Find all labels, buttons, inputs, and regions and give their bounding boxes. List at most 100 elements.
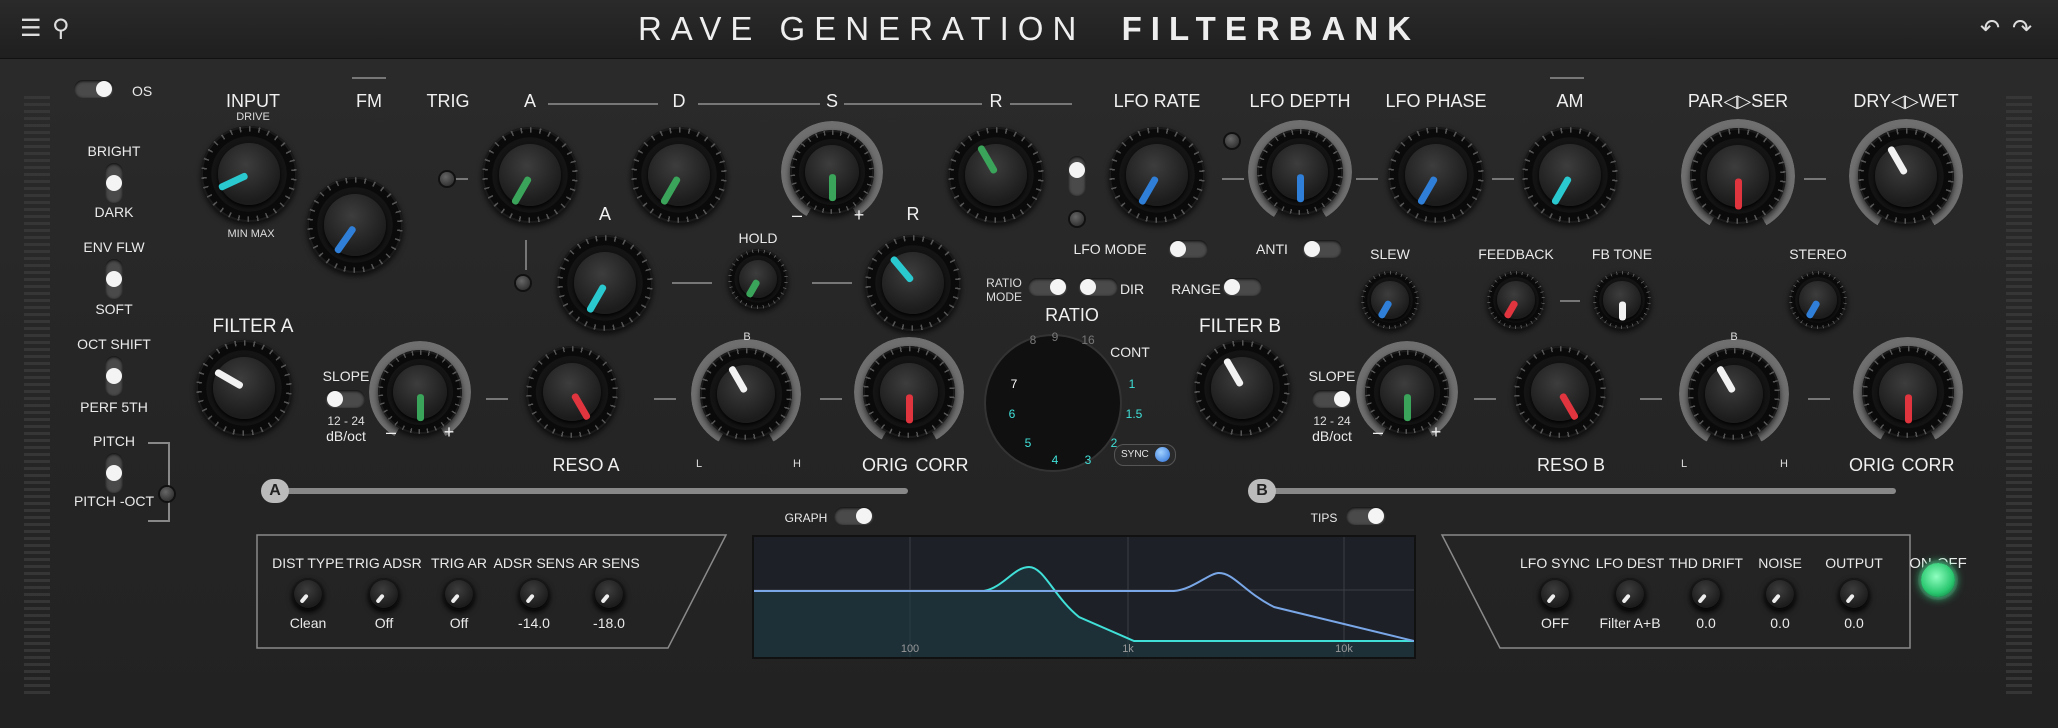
ratio-mode-label: RATIO MODE bbox=[986, 276, 1022, 304]
graph-toggle[interactable] bbox=[834, 507, 874, 525]
dry-wet-label: DRY◁▷WET bbox=[1853, 91, 1959, 111]
am-knob[interactable] bbox=[1522, 127, 1618, 223]
bottom-right-knob-0[interactable] bbox=[1539, 578, 1571, 610]
tips-toggle[interactable] bbox=[1346, 507, 1386, 525]
bottom-left-knob-4[interactable] bbox=[593, 578, 625, 610]
oct-shift-toggle[interactable] bbox=[105, 356, 123, 396]
ar-line-1 bbox=[672, 282, 712, 284]
bottom-left-value-0: Clean bbox=[289, 615, 327, 631]
filter-b-cutoff-knob[interactable] bbox=[1194, 340, 1290, 436]
lfo-led[interactable] bbox=[1225, 134, 1239, 148]
lfo-mode-toggle[interactable] bbox=[1168, 240, 1208, 258]
release-knob[interactable] bbox=[948, 127, 1044, 223]
decay-knob[interactable] bbox=[631, 127, 727, 223]
ratio-selector[interactable] bbox=[986, 336, 1120, 470]
env-flw-soft-toggle[interactable] bbox=[105, 259, 123, 299]
filter-a-band-glyph: B bbox=[743, 331, 751, 343]
anti-thumb bbox=[1304, 241, 1320, 257]
bottom-left-knob-0[interactable] bbox=[292, 578, 324, 610]
lfo-rate-knob-cap bbox=[1126, 144, 1188, 206]
bottom-left-label-1: TRIG ADSR bbox=[346, 555, 422, 571]
filter-a-badge: A bbox=[261, 479, 289, 503]
dir-toggle[interactable] bbox=[1078, 278, 1118, 296]
bottom-right-knob-3[interactable] bbox=[1764, 578, 1796, 610]
filter-a-band-knob[interactable] bbox=[700, 348, 792, 440]
filter-a-reso-knob[interactable] bbox=[526, 346, 618, 438]
filter-a-title: FILTER A bbox=[212, 316, 294, 337]
bottom-left-knob-2[interactable] bbox=[443, 578, 475, 610]
bottom-right-knob-4[interactable] bbox=[1838, 578, 1870, 610]
filter-a-slope-thumb bbox=[327, 391, 343, 407]
filter-a-line-1 bbox=[486, 398, 508, 400]
stereo-knob[interactable] bbox=[1789, 271, 1847, 329]
ratio-mode-toggle[interactable] bbox=[1028, 278, 1068, 296]
filter-a-fill bbox=[754, 567, 1414, 657]
hold-knob[interactable] bbox=[728, 249, 788, 309]
filter-a-cutoff-knob[interactable] bbox=[196, 340, 292, 436]
redo-icon[interactable]: ↷ bbox=[2012, 14, 2032, 43]
mix-line bbox=[1804, 178, 1826, 180]
bottom-left-panel bbox=[256, 534, 728, 649]
oct-shift-label: OCT SHIFT bbox=[77, 336, 151, 352]
slew-knob[interactable] bbox=[1361, 271, 1419, 329]
release-led[interactable] bbox=[1070, 212, 1084, 226]
dry-wet-knob[interactable] bbox=[1858, 128, 1954, 224]
filter-b-orig-corr-knob[interactable] bbox=[1862, 346, 1954, 438]
app-title: RAVE GENERATION FILTERBANK bbox=[0, 10, 2058, 48]
bottom-left-value-4: -18.0 bbox=[593, 615, 625, 631]
title-part1: RAVE GENERATION bbox=[637, 10, 1086, 47]
input-drive-knob[interactable] bbox=[201, 126, 297, 222]
trig-led[interactable] bbox=[440, 172, 454, 186]
release-toggle[interactable] bbox=[1068, 156, 1086, 196]
bottom-left-knob-1[interactable] bbox=[368, 578, 400, 610]
filter-b-band-knob[interactable] bbox=[1688, 348, 1780, 440]
bottom-right-knob-2[interactable] bbox=[1690, 578, 1722, 610]
fm-mod-indicator bbox=[352, 77, 386, 79]
attack-knob[interactable] bbox=[482, 127, 578, 223]
bottom-left-knob-3[interactable] bbox=[518, 578, 550, 610]
fm-knob[interactable] bbox=[307, 177, 403, 273]
bright-dark-toggle[interactable] bbox=[105, 163, 123, 203]
lfo-rate-knob[interactable] bbox=[1109, 127, 1205, 223]
sync-button[interactable]: SYNC bbox=[1114, 444, 1176, 466]
filter-b-slope-label: SLOPE bbox=[1308, 368, 1356, 384]
ar-release-knob[interactable] bbox=[865, 235, 961, 331]
filter-b-cutoff-minus: – bbox=[1372, 422, 1384, 442]
par-ser-knob[interactable] bbox=[1690, 128, 1786, 224]
bottom-right-label-1: LFO DEST bbox=[1595, 555, 1665, 571]
env-flw-label: ENV FLW bbox=[83, 239, 145, 255]
trig-ar-led[interactable] bbox=[516, 276, 530, 290]
filter-b-slope-toggle[interactable] bbox=[1312, 390, 1352, 408]
ratio-number-7: 3 bbox=[1084, 453, 1092, 467]
release2-label: R bbox=[906, 204, 920, 224]
filter-a-line-3 bbox=[820, 398, 842, 400]
filter-b-high-glyph: H bbox=[1780, 458, 1788, 470]
fb-tone-knob[interactable] bbox=[1593, 271, 1651, 329]
lfo-line-1 bbox=[1222, 178, 1244, 180]
feedback-knob[interactable] bbox=[1487, 271, 1545, 329]
release-toggle-thumb bbox=[1069, 162, 1085, 178]
lfo-phase-knob[interactable] bbox=[1388, 127, 1484, 223]
pitch-label: PITCH bbox=[93, 433, 135, 449]
lfo-depth-knob[interactable] bbox=[1257, 129, 1343, 215]
os-toggle[interactable] bbox=[74, 80, 114, 98]
filter-b-low-glyph: L bbox=[1680, 458, 1688, 470]
anti-toggle[interactable] bbox=[1302, 240, 1342, 258]
right-level-meter bbox=[2006, 96, 2032, 696]
filter-a-orig-corr-knob[interactable] bbox=[863, 346, 955, 438]
bottom-left-knob-0-cap bbox=[293, 579, 323, 609]
pitch-toggle[interactable] bbox=[105, 453, 123, 493]
filter-b-reso-knob[interactable] bbox=[1514, 346, 1606, 438]
filter-b-slider[interactable] bbox=[1268, 488, 1896, 494]
bottom-right-value-2: 0.0 bbox=[1696, 615, 1716, 631]
undo-icon[interactable]: ↶ bbox=[1980, 14, 2000, 43]
ar-attack-knob[interactable] bbox=[557, 235, 653, 331]
lfo-mode-thumb bbox=[1170, 241, 1186, 257]
sustain-knob[interactable] bbox=[790, 130, 874, 214]
filter-a-slider[interactable] bbox=[286, 488, 908, 494]
range-toggle[interactable] bbox=[1222, 278, 1262, 296]
ratio-number-2: 16 bbox=[1081, 333, 1095, 347]
bottom-right-knob-1[interactable] bbox=[1614, 578, 1646, 610]
filter-a-slope-toggle[interactable] bbox=[325, 390, 365, 408]
on-off-button[interactable] bbox=[1921, 563, 1955, 597]
